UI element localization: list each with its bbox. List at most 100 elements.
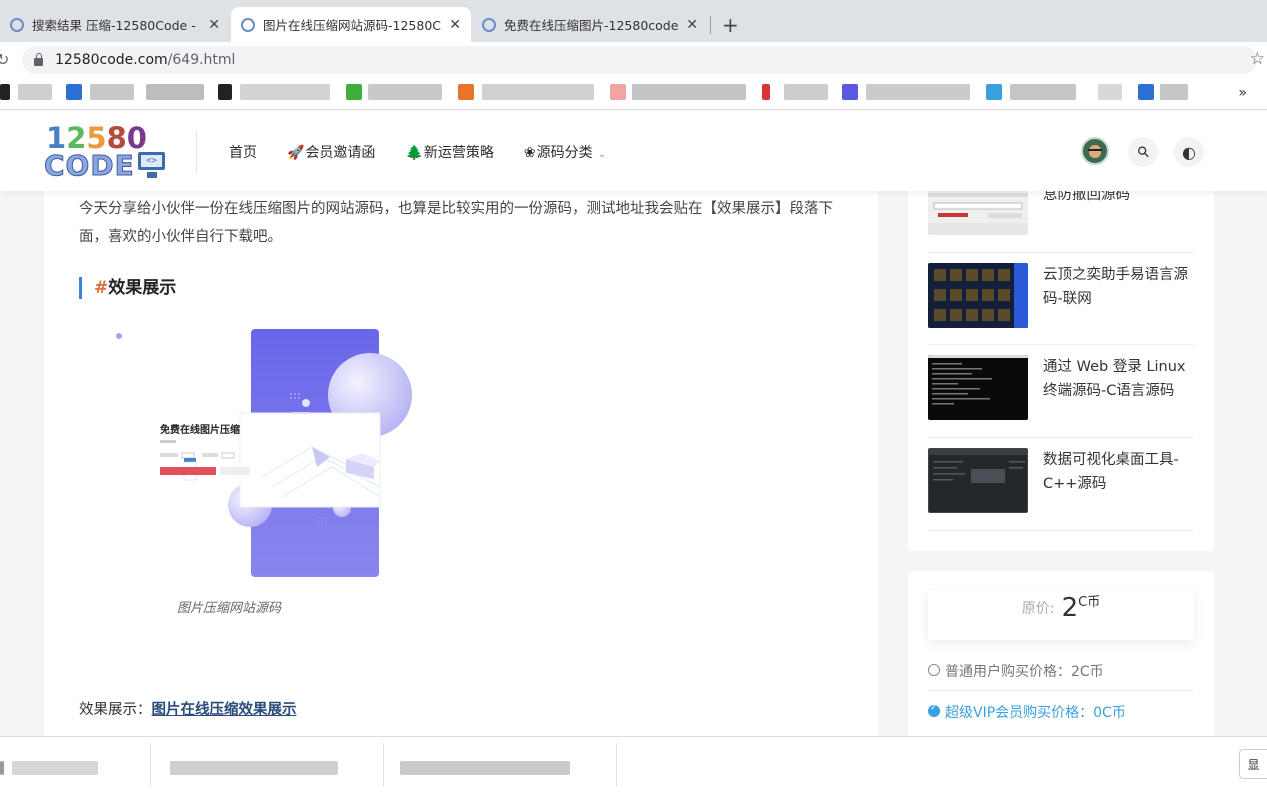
reload-icon[interactable]: ↻ <box>0 50 9 69</box>
bookmark-item[interactable] <box>0 84 10 100</box>
tab-title: 图片在线压缩网站源码-12580Code <box>263 18 442 33</box>
bookmark-item[interactable] <box>240 84 330 100</box>
section-heading: #效果展示 <box>79 277 176 299</box>
address-bar-row: ↻ 12580code.com/649.html ☆ <box>0 42 1267 78</box>
circle-icon <box>928 664 940 676</box>
check-circle-icon <box>928 703 940 717</box>
site-logo[interactable]: 12580 CODE <> <box>44 121 169 183</box>
bookmark-item[interactable] <box>632 84 746 100</box>
related-post-item[interactable]: 云顶之奕助手易语言源码-联网 <box>928 253 1194 345</box>
bookmark-item[interactable] <box>482 84 594 100</box>
tab-title: 免费在线压缩图片-12580code.com <box>504 18 679 33</box>
nav-item-categories[interactable]: ❀源码分类 ⌄ <box>524 142 606 162</box>
bookmark-item[interactable] <box>66 84 82 100</box>
site-header: 12580 CODE <> 首页 🚀会员邀请函 🌲新运营策略 ❀源码分类 ⌄ ⚲ … <box>0 111 1267 191</box>
search-button[interactable]: ⚲ <box>1128 137 1158 167</box>
nav-item-strategy[interactable]: 🌲新运营策略 <box>405 142 493 162</box>
tab-title: 搜索结果 压缩-12580Code - 网站 <box>32 18 200 33</box>
rocket-icon: 🚀 <box>287 145 305 161</box>
price-unit: C币 <box>1078 595 1101 610</box>
bookmark-item[interactable] <box>762 84 770 100</box>
flower-icon: ❀ <box>523 145 536 161</box>
download-shelf: 显 <box>0 736 1267 792</box>
monitor-icon: <> <box>138 152 165 170</box>
url-field[interactable]: 12580code.com/649.html <box>22 46 1257 74</box>
theme-toggle-icon: ◐ <box>1182 142 1196 162</box>
logo-word: CODE <box>44 149 135 183</box>
nav-item-invite[interactable]: 🚀会员邀请函 <box>287 142 375 162</box>
tree-icon: 🌲 <box>405 145 423 161</box>
bookmark-item[interactable] <box>18 84 52 100</box>
show-all-downloads-button[interactable]: 显 <box>1239 749 1267 779</box>
related-post-title: 数据可视化桌面工具-C++源码 <box>1043 452 1179 492</box>
browser-tab[interactable]: 免费在线压缩图片-12580code.com ✕ <box>472 7 708 42</box>
article-intro: 今天分享给小伙伴一份在线压缩图片的网站源码，也算是比较实用的一份源码，测试地址我… <box>79 201 833 245</box>
bookmark-item[interactable] <box>346 84 362 100</box>
related-post-item[interactable]: 通过 Web 登录 Linux 终端源码-C语言源码 <box>928 345 1194 438</box>
related-post-thumb <box>928 355 1028 420</box>
price-label: 原价: <box>1021 600 1055 617</box>
download-item[interactable] <box>0 761 4 775</box>
bookmark-item[interactable] <box>1010 84 1076 100</box>
bookmarks-bar: » <box>0 78 1267 110</box>
nav-item-home[interactable]: 首页 <box>229 142 257 162</box>
tab-separator <box>710 16 711 34</box>
vip-price-row[interactable]: 超级VIP会员购买价格：0C币 <box>928 702 1194 722</box>
bookmarks-overflow-icon[interactable]: » <box>1238 85 1247 101</box>
bookmark-star-icon[interactable]: ☆ <box>1250 49 1265 69</box>
main-nav: 首页 🚀会员邀请函 🌲新运营策略 ❀源码分类 ⌄ <box>229 142 636 162</box>
image-caption: 图片压缩网站源码 <box>176 601 281 616</box>
bookmark-item[interactable] <box>458 84 474 100</box>
close-tab-icon[interactable]: ✕ <box>449 17 461 33</box>
bookmark-item[interactable] <box>1098 84 1122 100</box>
related-post-thumb <box>928 448 1028 513</box>
related-post-item[interactable]: 数据可视化桌面工具-C++源码 <box>928 438 1194 531</box>
bookmark-item[interactable] <box>784 84 828 100</box>
theme-toggle-button[interactable]: ◐ <box>1174 137 1204 167</box>
chevron-down-icon: ⌄ <box>597 149 606 160</box>
related-post-item[interactable]: 息防撤回源码 <box>928 181 1194 253</box>
bookmark-item[interactable] <box>610 84 626 100</box>
bookmark-item[interactable] <box>90 84 134 100</box>
price-card: 原价: 2C币 普通用户购买价格：2C币 超级VIP会员购买价格：0C币 <box>908 571 1214 741</box>
site-favicon-icon <box>10 17 24 32</box>
price-value: 2 <box>1061 592 1079 623</box>
monitor-stand <box>147 172 157 178</box>
browser-tab[interactable]: 搜索结果 压缩-12580Code - 网站 ✕ <box>0 7 230 42</box>
bookmark-item[interactable] <box>842 84 858 100</box>
bookmark-item[interactable] <box>1138 84 1154 100</box>
browser-tab-active[interactable]: 图片在线压缩网站源码-12580Code ✕ <box>231 7 471 42</box>
bookmark-item[interactable] <box>986 84 1002 100</box>
search-icon: ⚲ <box>1132 141 1154 163</box>
bookmark-item[interactable] <box>146 84 204 100</box>
price-box: 原价: 2C币 <box>928 591 1194 640</box>
bookmark-item[interactable] <box>1160 84 1188 100</box>
normal-price-row: 普通用户购买价格：2C币 <box>928 661 1194 681</box>
download-item[interactable] <box>12 761 98 775</box>
user-avatar[interactable] <box>1081 137 1109 165</box>
site-favicon-icon <box>482 17 496 32</box>
price-divider <box>928 690 1194 691</box>
demo-link[interactable]: 图片在线压缩效果展示 <box>152 702 297 718</box>
new-tab-plus-icon[interactable]: + <box>722 13 739 37</box>
bookmark-item[interactable] <box>218 84 232 100</box>
download-item[interactable] <box>400 761 570 775</box>
url-host: 12580code.com <box>55 52 168 68</box>
related-post-thumb <box>928 263 1028 328</box>
preview-image[interactable]: 免费在线图片压缩 <box>112 327 412 579</box>
related-posts-card: 息防撤回源码 云顶之奕助手易语言源码-联网 通过 Web 登录 Linux 终端… <box>908 181 1214 551</box>
related-post-title: 云顶之奕助手易语言源码-联网 <box>1043 267 1188 307</box>
preview-title: 免费在线图片压缩 <box>160 423 240 436</box>
related-post-title: 通过 Web 登录 Linux 终端源码-C语言源码 <box>1043 359 1186 399</box>
demo-line: 效果展示：图片在线压缩效果展示 <box>79 702 297 718</box>
close-tab-icon[interactable]: ✕ <box>686 17 698 33</box>
header-divider <box>196 131 197 173</box>
download-item[interactable] <box>170 761 338 775</box>
lock-icon <box>34 53 43 66</box>
url-path: /649.html <box>167 52 236 68</box>
article-content: 今天分享给小伙伴一份在线压缩图片的网站源码，也算是比较实用的一份源码，测试地址我… <box>44 191 878 736</box>
bookmark-item[interactable] <box>866 84 970 100</box>
bookmark-item[interactable] <box>368 84 442 100</box>
close-tab-icon[interactable]: ✕ <box>208 17 220 33</box>
browser-tab-bar: 搜索结果 压缩-12580Code - 网站 ✕ 图片在线压缩网站源码-1258… <box>0 0 1267 42</box>
